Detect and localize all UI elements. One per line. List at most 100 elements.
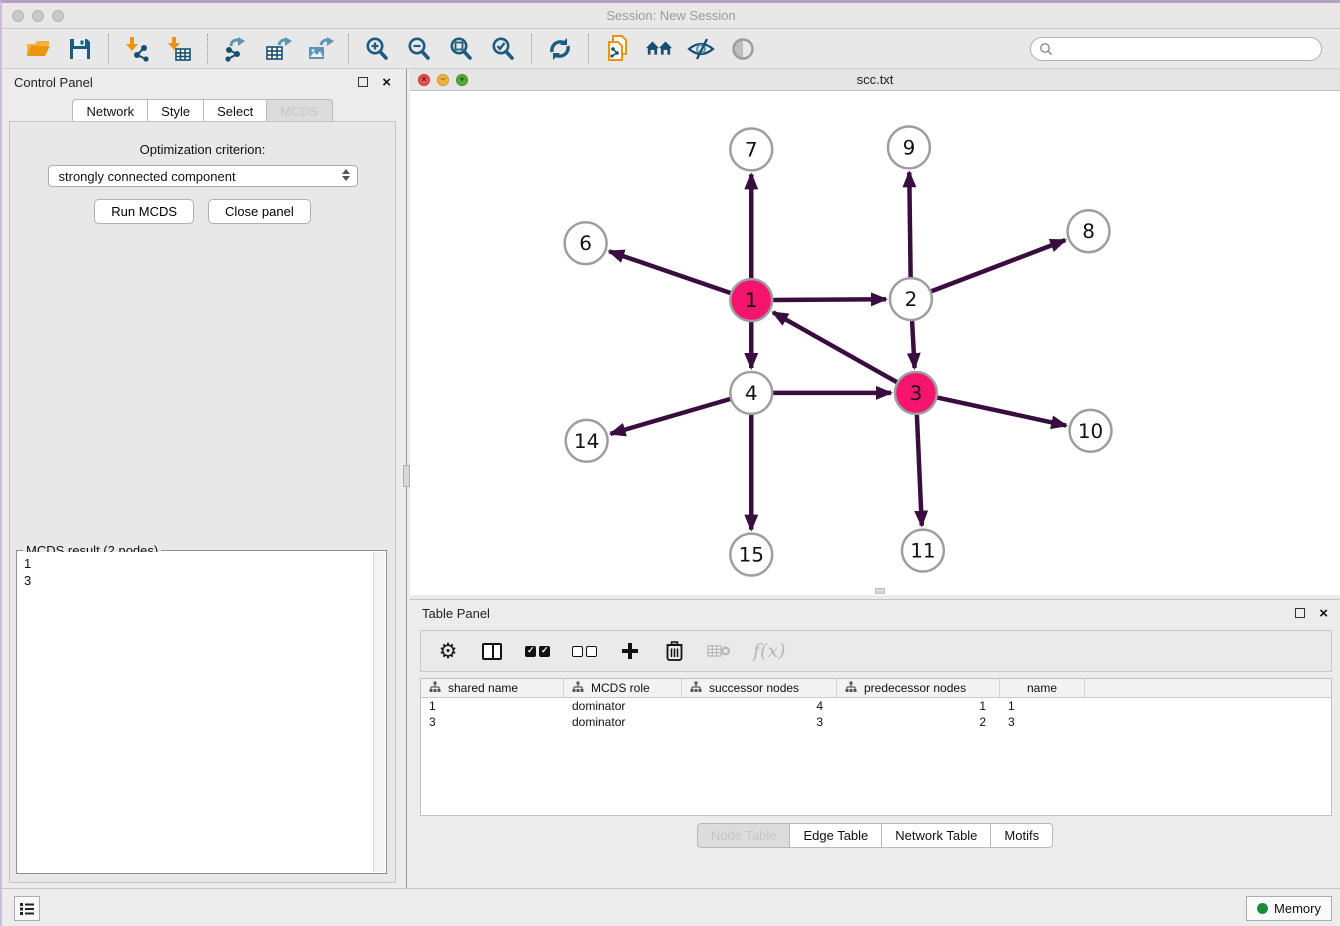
graph-node-11[interactable]: 11 bbox=[902, 530, 944, 572]
dropdown-stepper-icon bbox=[342, 169, 350, 181]
control-panel: Control Panel × NetworkStyleSelectMCDS O… bbox=[2, 69, 403, 888]
save-session-icon[interactable] bbox=[66, 35, 94, 63]
run-mcds-button[interactable]: Run MCDS bbox=[94, 199, 194, 224]
graph-node-10[interactable]: 10 bbox=[1070, 410, 1112, 452]
table-cell[interactable]: 1 bbox=[837, 698, 1000, 714]
function-icon: f(x) bbox=[753, 638, 786, 664]
edge-4-14[interactable] bbox=[611, 399, 731, 434]
graph-node-9[interactable]: 9 bbox=[888, 126, 930, 168]
graph-node-14[interactable]: 14 bbox=[566, 420, 608, 462]
table-tab-edge-table[interactable]: Edge Table bbox=[790, 823, 882, 848]
window-title: Session: New Session bbox=[2, 8, 1340, 23]
table-panel-header: Table Panel × bbox=[410, 600, 1340, 626]
add-icon[interactable] bbox=[619, 638, 641, 664]
edge-3-11[interactable] bbox=[917, 415, 922, 526]
zoom-selected-icon[interactable] bbox=[489, 35, 517, 63]
svg-text:9: 9 bbox=[903, 135, 916, 159]
graph-node-7[interactable]: 7 bbox=[730, 128, 772, 170]
edge-2-3[interactable] bbox=[912, 321, 914, 368]
gear-icon[interactable]: ⚙ bbox=[437, 638, 459, 664]
column-label: successor nodes bbox=[709, 681, 799, 695]
svg-text:14: 14 bbox=[574, 429, 599, 453]
column-header-shared-name[interactable]: shared name bbox=[421, 679, 564, 697]
criterion-dropdown-value: strongly connected component bbox=[59, 169, 236, 184]
eye-slash-icon[interactable] bbox=[687, 35, 715, 63]
apply-layout-icon[interactable] bbox=[546, 35, 574, 63]
deselect-all-icon[interactable] bbox=[572, 638, 597, 664]
import-network-icon[interactable] bbox=[123, 35, 151, 63]
column-label: name bbox=[1027, 681, 1057, 695]
close-panel-button[interactable]: Close panel bbox=[208, 199, 311, 224]
export-image-icon[interactable] bbox=[306, 35, 334, 63]
import-table-icon[interactable] bbox=[165, 35, 193, 63]
zoom-fit-icon[interactable] bbox=[447, 35, 475, 63]
status-bar: Memory bbox=[2, 888, 1340, 926]
table-float-panel-icon[interactable] bbox=[1295, 608, 1305, 618]
search-input[interactable] bbox=[1030, 37, 1322, 61]
canvas-bottom-grip[interactable] bbox=[875, 588, 885, 594]
zoom-in-icon[interactable] bbox=[363, 35, 391, 63]
table-tab-network-table[interactable]: Network Table bbox=[882, 823, 991, 848]
edge-1-2[interactable] bbox=[773, 299, 886, 300]
svg-text:15: 15 bbox=[739, 543, 764, 567]
column-label: MCDS role bbox=[591, 681, 650, 695]
trash-icon[interactable] bbox=[663, 638, 685, 664]
table-cell[interactable]: 1 bbox=[421, 698, 564, 714]
table-close-panel-icon[interactable]: × bbox=[1319, 606, 1328, 621]
graph-node-2[interactable]: 2 bbox=[890, 278, 932, 320]
split-columns-icon[interactable] bbox=[481, 638, 503, 664]
table-cell[interactable]: 1 bbox=[1000, 698, 1085, 714]
task-history-button[interactable] bbox=[14, 896, 40, 921]
table-cell[interactable]: dominator bbox=[564, 698, 682, 714]
graph-node-1[interactable]: 1 bbox=[730, 279, 772, 321]
clone-network-icon[interactable] bbox=[603, 35, 631, 63]
result-scrollbar[interactable] bbox=[373, 552, 385, 872]
houses-icon[interactable] bbox=[645, 35, 673, 63]
network-view-window: × − + scc.txt 7968124314101511 bbox=[410, 69, 1340, 595]
table-tab-node-table[interactable]: Node Table bbox=[697, 823, 791, 848]
table-cell[interactable]: 2 bbox=[837, 714, 1000, 730]
column-header-successor-nodes[interactable]: successor nodes bbox=[682, 679, 837, 697]
column-header-MCDS-role[interactable]: MCDS role bbox=[564, 679, 682, 697]
table-cell[interactable]: 3 bbox=[682, 714, 837, 730]
vertical-splitter[interactable] bbox=[403, 69, 410, 888]
svg-text:11: 11 bbox=[910, 539, 935, 563]
network-graph[interactable]: 7 9 6 8 1 2 4 3 14 10 15 11 bbox=[410, 91, 1340, 595]
column-header-predecessor-nodes[interactable]: predecessor nodes bbox=[837, 679, 1000, 697]
table-cell[interactable]: 3 bbox=[1000, 714, 1085, 730]
graph-node-4[interactable]: 4 bbox=[730, 372, 772, 414]
close-panel-icon[interactable]: × bbox=[382, 75, 391, 90]
graph-node-6[interactable]: 6 bbox=[565, 222, 607, 264]
result-item: 3 bbox=[24, 572, 367, 589]
select-all-icon[interactable] bbox=[525, 638, 550, 664]
network-canvas[interactable]: 7 9 6 8 1 2 4 3 14 10 15 11 bbox=[410, 91, 1340, 595]
table-cell[interactable]: 3 bbox=[421, 714, 564, 730]
zoom-out-icon[interactable] bbox=[405, 35, 433, 63]
edge-2-9[interactable] bbox=[909, 172, 910, 277]
mcds-tab-content: Optimization criterion: strongly connect… bbox=[9, 121, 396, 883]
table-cell[interactable]: 4 bbox=[682, 698, 837, 714]
edge-1-6[interactable] bbox=[609, 251, 730, 293]
table-tab-motifs[interactable]: Motifs bbox=[991, 823, 1053, 848]
splitter-grip[interactable] bbox=[403, 465, 410, 487]
table-cell[interactable]: dominator bbox=[564, 714, 682, 730]
export-network-icon[interactable] bbox=[222, 35, 250, 63]
edge-2-8[interactable] bbox=[931, 240, 1065, 291]
export-table-icon[interactable] bbox=[264, 35, 292, 63]
criterion-dropdown[interactable]: strongly connected component bbox=[48, 165, 358, 187]
column-header-name[interactable]: name bbox=[1000, 679, 1085, 697]
edge-3-10[interactable] bbox=[937, 398, 1066, 426]
search-icon bbox=[1039, 42, 1053, 61]
memory-button[interactable]: Memory bbox=[1246, 896, 1332, 921]
eye-icon[interactable] bbox=[729, 35, 757, 63]
float-panel-icon[interactable] bbox=[358, 77, 368, 87]
table-toolbar: ⚙ f(x) bbox=[420, 630, 1332, 672]
graph-node-8[interactable]: 8 bbox=[1068, 210, 1110, 252]
open-session-icon[interactable] bbox=[24, 35, 52, 63]
table-row[interactable]: 1dominator411 bbox=[421, 698, 1331, 714]
table-row[interactable]: 3dominator323 bbox=[421, 714, 1331, 730]
mcds-result-list: 13 bbox=[18, 552, 373, 872]
graph-node-15[interactable]: 15 bbox=[730, 534, 772, 576]
edge-3-1[interactable] bbox=[773, 312, 897, 382]
graph-node-3[interactable]: 3 bbox=[895, 372, 937, 414]
